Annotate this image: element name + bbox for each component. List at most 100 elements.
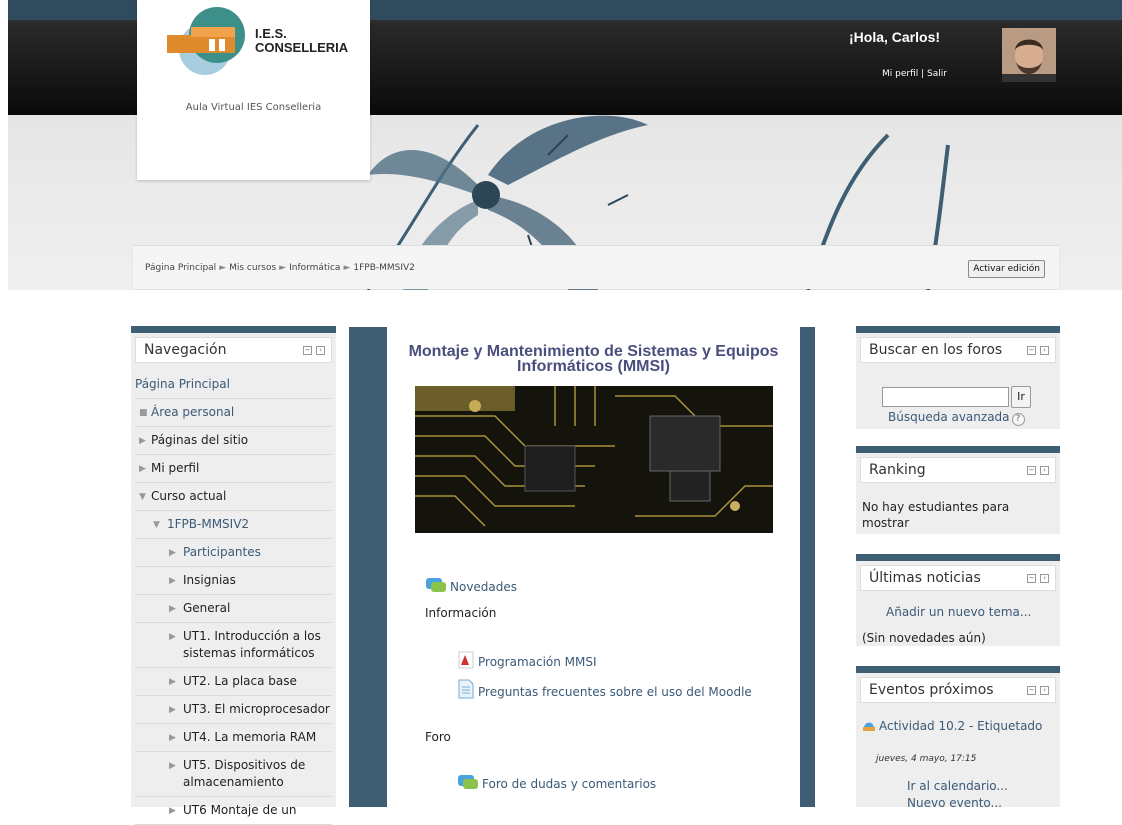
breadcrumb-item[interactable]: Mis cursos [229, 263, 276, 273]
doubts-forum-link[interactable]: Foro de dudas y comentarios [457, 773, 656, 794]
program-pdf-link[interactable]: Programación MMSI [457, 651, 597, 672]
go-to-calendar-link[interactable]: Ir al calendario... [907, 779, 1008, 793]
advanced-search-link[interactable]: Búsqueda avanzada? [888, 410, 1025, 426]
search-forums-block: Buscar en los foros − ‹ Ir Búsqueda avan… [856, 326, 1060, 429]
nav-item-participants[interactable]: ▶ Participantes [135, 539, 332, 567]
dock-icon[interactable]: ‹ [1040, 346, 1049, 355]
nav-item-label: UT2. La placa base [183, 674, 297, 688]
nav-item-home[interactable]: Página Principal [135, 371, 332, 399]
ranking-empty-text: No hay estudiantes para mostrar [862, 500, 1010, 530]
block-header: Últimas noticias − ‹ [860, 565, 1056, 591]
course-title: Montaje y Mantenimiento de Sistemas y Eq… [408, 343, 779, 375]
nav-item-label: Página Principal [135, 377, 230, 391]
ranking-block: Ranking − ‹ No hay estudiantes para most… [856, 446, 1060, 534]
logout-link[interactable]: Salir [927, 69, 947, 79]
collapse-icon[interactable]: − [1027, 574, 1036, 583]
dock-icon[interactable]: ‹ [1040, 574, 1049, 583]
logo-card[interactable]: I.E.S. CONSELLERIA Aula Virtual IES Cons… [137, 0, 370, 180]
block-title: Ranking [869, 462, 926, 478]
event-link[interactable]: Actividad 10.2 - Etiquetado [862, 718, 1052, 738]
breadcrumb-separator: ► [219, 263, 227, 273]
nav-item-general[interactable]: ▶ General [135, 595, 332, 623]
nav-item-label: Mi perfil [151, 461, 200, 475]
news-empty-text: (Sin novedades aún) [862, 631, 986, 645]
forum-search-input[interactable] [882, 387, 1009, 407]
event-date: jueves, 4 mayo, 17:15 [876, 754, 977, 764]
block-header: Eventos próximos − ‹ [860, 677, 1056, 703]
block-controls: − ‹ [1027, 346, 1049, 355]
nav-item-label: Participantes [183, 545, 261, 559]
collapse-icon[interactable]: − [303, 346, 312, 355]
logo-title-line1: I.E.S. [255, 26, 287, 41]
forum-icon [457, 773, 479, 794]
block-controls: − ‹ [1027, 686, 1049, 695]
expand-arrow-icon: ▶ [169, 677, 176, 687]
main-content: Montaje y Mantenimiento de Sistemas y Eq… [349, 327, 815, 807]
expand-arrow-icon: ▶ [139, 436, 146, 446]
breadcrumb-separator: ► [343, 263, 351, 273]
user-menu: Mi perfil | Salir [882, 69, 947, 79]
edit-mode-button[interactable]: Activar edición [968, 260, 1045, 278]
expand-arrow-icon: ▶ [169, 632, 176, 642]
nav-item-site-pages[interactable]: ▶ Páginas del sitio [135, 427, 332, 455]
nav-item-ut6[interactable]: ▶ UT6 Montaje de un [135, 797, 332, 825]
search-go-button[interactable]: Ir [1011, 386, 1031, 408]
profile-link[interactable]: Mi perfil [882, 69, 918, 79]
course-section: Montaje y Mantenimiento de Sistemas y Eq… [387, 327, 800, 807]
news-forum-link[interactable]: Novedades [425, 576, 517, 597]
nav-item-label: UT6 Montaje de un [183, 803, 297, 817]
add-topic-link[interactable]: Añadir un nuevo tema... [886, 605, 1031, 619]
nav-item-ut2[interactable]: ▶ UT2. La placa base [135, 668, 332, 696]
faq-page-link[interactable]: Preguntas frecuentes sobre el uso del Mo… [453, 679, 783, 704]
expand-arrow-icon: ▶ [169, 806, 176, 816]
collapse-icon[interactable]: − [1027, 686, 1036, 695]
nav-item-badges[interactable]: ▶ Insignias [135, 567, 332, 595]
bullet-icon: ■ [139, 408, 148, 418]
user-menu-separator: | [918, 69, 928, 79]
nav-tree: Página Principal ■ Área personal ▶ Págin… [131, 371, 336, 825]
collapse-icon[interactable]: − [1027, 466, 1036, 475]
help-icon[interactable]: ? [1011, 413, 1025, 426]
collapse-arrow-icon: ▼ [139, 492, 146, 502]
block-title: Últimas noticias [869, 570, 981, 586]
nav-item-dashboard[interactable]: ■ Área personal [135, 399, 332, 427]
nav-item-label: Páginas del sitio [151, 433, 249, 447]
expand-arrow-icon: ▶ [169, 604, 176, 614]
nav-item-my-profile[interactable]: ▶ Mi perfil [135, 455, 332, 483]
breadcrumb-item[interactable]: 1FPB-MMSIV2 [353, 263, 415, 273]
expand-arrow-icon: ▶ [169, 548, 176, 558]
block-controls: − ‹ [1027, 466, 1049, 475]
nav-item-label: UT1. Introducción a los sistemas informá… [183, 629, 321, 660]
section-heading-forum: Foro [425, 730, 451, 744]
advanced-search-label: Búsqueda avanzada [888, 410, 1010, 424]
news-forum-label: Novedades [450, 580, 518, 594]
nav-item-label: General [183, 601, 231, 615]
navbar: Página Principal ► Mis cursos ► Informática ►… [133, 245, 1059, 289]
nav-item-ut1[interactable]: ▶ UT1. Introducción a los sistemas infor… [135, 623, 332, 668]
avatar[interactable] [1002, 28, 1056, 82]
navigation-block: Navegación − ‹ Página Principal ■ Área p… [131, 326, 336, 825]
nav-item-course[interactable]: ▼ 1FPB-MMSIV2 [135, 511, 332, 539]
nav-item-ut3[interactable]: ▶ UT3. El microprocesador [135, 696, 332, 724]
block-controls: − ‹ [303, 346, 325, 355]
breadcrumb-item[interactable]: Informática [289, 263, 340, 273]
dock-icon[interactable]: ‹ [1040, 466, 1049, 475]
expand-arrow-icon: ▶ [169, 705, 176, 715]
dock-icon[interactable]: ‹ [1040, 686, 1049, 695]
forum-icon [425, 576, 447, 597]
expand-arrow-icon: ▶ [169, 733, 176, 743]
collapse-icon[interactable]: − [1027, 346, 1036, 355]
page-header: I.E.S. CONSELLERIA Aula Virtual IES Cons… [0, 0, 1122, 290]
block-title: Buscar en los foros [869, 342, 1003, 358]
nav-item-ut5[interactable]: ▶ UT5. Dispositivos de almacenamiento [135, 752, 332, 797]
nav-item-label: Área personal [151, 405, 235, 419]
breadcrumb-item[interactable]: Página Principal [145, 263, 216, 273]
expand-arrow-icon: ▶ [139, 464, 146, 474]
dock-icon[interactable]: ‹ [316, 346, 325, 355]
nav-item-label: Insignias [183, 573, 236, 587]
nav-item-ut4[interactable]: ▶ UT4. La memoria RAM [135, 724, 332, 752]
school-logo-icon [167, 7, 245, 75]
new-event-link[interactable]: Nuevo evento... [907, 796, 1002, 810]
block-controls: − ‹ [1027, 574, 1049, 583]
nav-item-current-course[interactable]: ▼ Curso actual [135, 483, 332, 511]
